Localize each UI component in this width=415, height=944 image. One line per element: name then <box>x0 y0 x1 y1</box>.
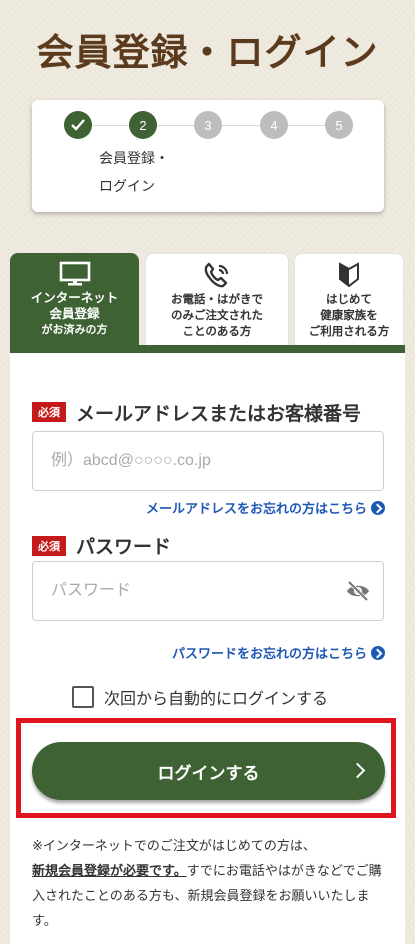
step-4: 4 <box>260 111 288 139</box>
auto-login-checkbox[interactable] <box>72 686 94 708</box>
phone-icon <box>202 262 232 294</box>
tab-internet-line3: がお済みの方 <box>41 323 108 336</box>
registration-note: ※インターネットでのご注文がはじめての方は、 新規会員登録が必要です。すでにお電話… <box>32 834 392 934</box>
page-title: 会員登録・ログイン <box>36 31 379 74</box>
step-5: 5 <box>325 111 353 139</box>
tab-phone-order[interactable]: お電話・はがきで のみご注文された ことのある方 <box>145 253 289 345</box>
step-2: 2 <box>129 111 157 139</box>
tab-phone-line3: ことのある方 <box>182 324 252 338</box>
current-step-label-line2: ログイン <box>99 179 155 195</box>
tab-internet-label: インターネット 会員登録 がお済みの方 <box>10 290 139 338</box>
forgot-email-link-text: メールアドレスをお忘れの方はこちら <box>145 502 367 517</box>
arrow-right-circle-icon <box>371 645 385 660</box>
password-field-label: パスワード <box>76 536 172 558</box>
tab-phone-label: お電話・はがきで のみご注文された ことのある方 <box>146 291 288 339</box>
email-field-label: メールアドレスまたはお客様番号 <box>76 403 362 425</box>
tab-first-line2: 健康家族を <box>320 308 378 322</box>
tab-first-time[interactable]: はじめて 健康家族を ご利用される方 <box>294 253 404 345</box>
current-step-label-line1: 会員登録・ <box>99 151 169 167</box>
required-badge: 必須 <box>32 536 66 556</box>
email-field[interactable] <box>32 431 384 491</box>
tab-divider <box>10 345 405 353</box>
beginner-mark-icon <box>338 262 360 292</box>
chevron-right-icon <box>349 762 366 779</box>
required-badge: 必須 <box>32 402 66 422</box>
tab-internet-line1: インターネット <box>30 290 119 305</box>
password-field[interactable] <box>32 561 384 621</box>
step-1-check-icon <box>64 111 92 139</box>
forgot-password-link-text: パスワードをお忘れの方はこちら <box>171 647 367 662</box>
tab-phone-line1: お電話・はがきで <box>171 292 263 306</box>
tab-first-label: はじめて 健康家族を ご利用される方 <box>295 291 403 339</box>
tab-phone-line2: のみご注文された <box>171 308 263 322</box>
tab-internet-line2: 会員登録 <box>49 306 100 321</box>
eye-off-icon[interactable] <box>345 580 371 606</box>
monitor-icon <box>59 261 91 291</box>
step-3: 3 <box>194 111 222 139</box>
login-button[interactable]: ログインする <box>32 742 385 800</box>
tab-first-line3: ご利用される方 <box>308 324 390 338</box>
arrow-right-circle-icon <box>371 500 385 515</box>
note-text-1: ※インターネットでのご注文がはじめての方は、 <box>32 839 316 854</box>
forgot-email-link[interactable]: メールアドレスをお忘れの方はこちら <box>146 498 385 517</box>
tab-first-line1: はじめて <box>326 292 372 306</box>
login-button-label: ログインする <box>157 763 260 784</box>
current-step-label: 会員登録・ ログイン <box>99 145 259 201</box>
tab-internet-member[interactable]: インターネット 会員登録 がお済みの方 <box>10 253 139 353</box>
forgot-password-link[interactable]: パスワードをお忘れの方はこちら <box>172 643 385 662</box>
new-registration-link[interactable]: 新規会員登録が必要です。 <box>32 864 187 879</box>
auto-login-label[interactable]: 次回から自動的にログインする <box>104 685 328 709</box>
